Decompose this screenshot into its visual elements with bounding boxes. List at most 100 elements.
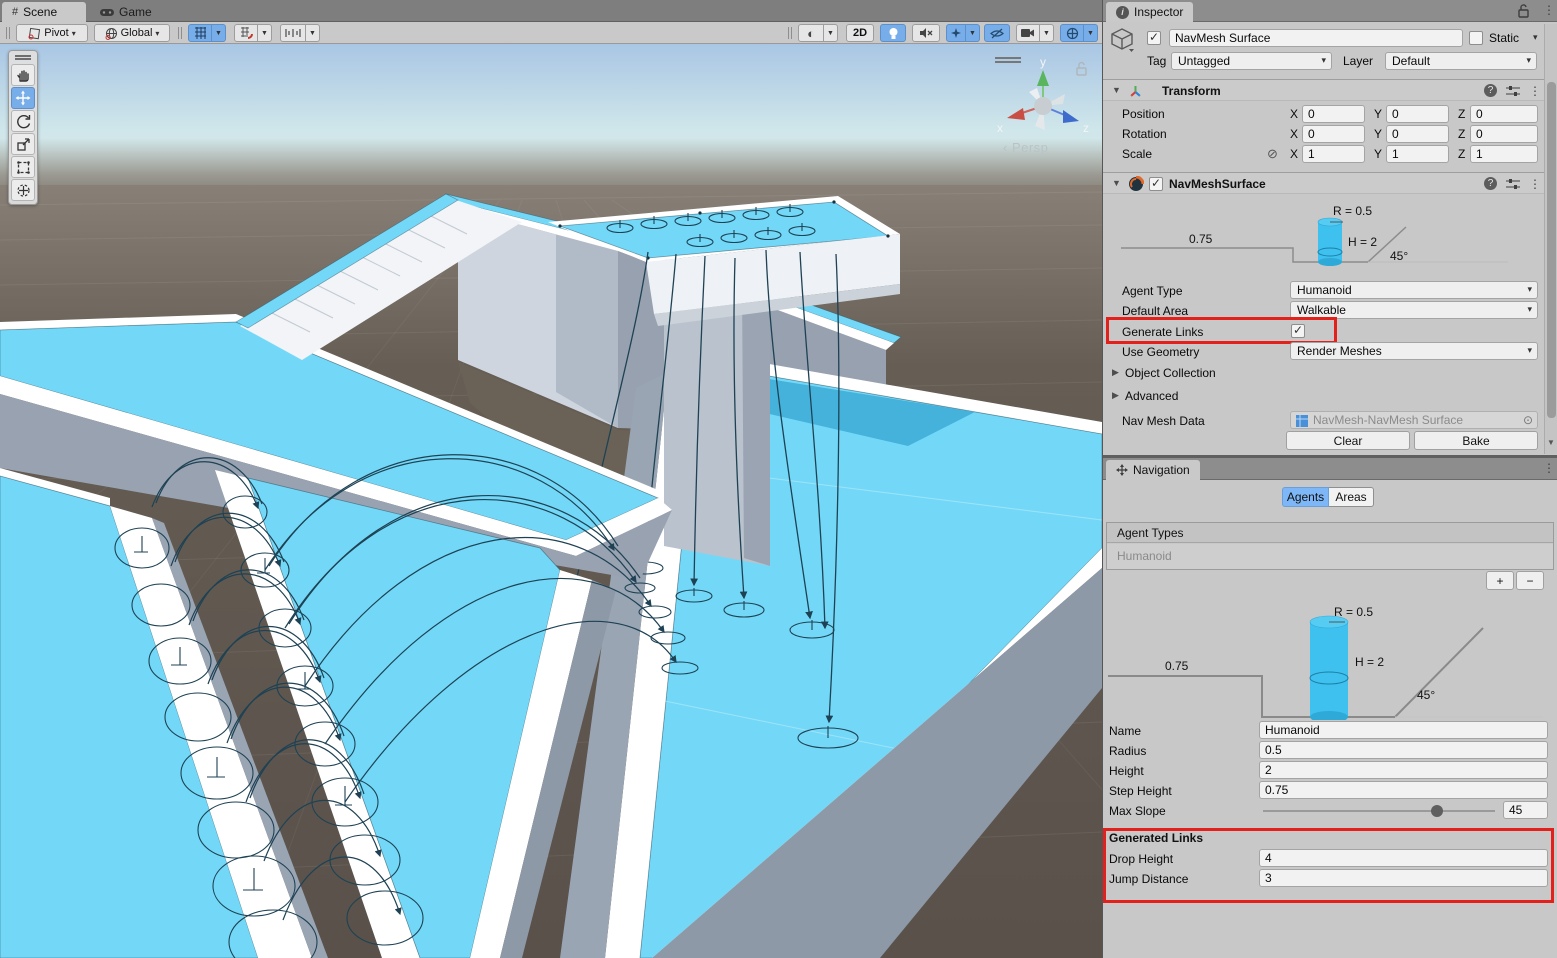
navmeshsurface-header[interactable]: ▼ NavMeshSurface ? ⋮	[1103, 172, 1557, 194]
help-icon[interactable]: ?	[1484, 84, 1497, 97]
scale-z-field[interactable]	[1470, 145, 1538, 163]
step-height-label: Step Height	[1109, 784, 1172, 798]
scale-tool-button[interactable]	[11, 133, 35, 155]
areas-tab-button[interactable]: Areas	[1329, 487, 1374, 507]
generate-links-checkbox[interactable]	[1291, 324, 1305, 338]
static-dropdown-caret[interactable]: ▾	[1533, 32, 1538, 43]
rotation-y-field[interactable]	[1386, 125, 1449, 143]
axis-gizmo[interactable]: y x z	[997, 55, 1089, 135]
bake-button[interactable]: Bake	[1414, 431, 1538, 450]
tab-scene-label: Scene	[23, 5, 57, 19]
toolbar-handle[interactable]	[788, 27, 792, 39]
tag-dropdown[interactable]: Untagged	[1171, 52, 1332, 70]
increment-snap-control[interactable]: ▼	[280, 24, 320, 42]
transform-header[interactable]: ▼ Transform ? ⋮	[1103, 79, 1557, 101]
jump-distance-field[interactable]	[1259, 869, 1548, 887]
position-z-field[interactable]	[1470, 105, 1538, 123]
position-x-field[interactable]	[1302, 105, 1365, 123]
tab-navigation[interactable]: Navigation	[1106, 460, 1200, 480]
grid-visibility-control[interactable]: ▼	[188, 24, 226, 42]
2d-toggle-button[interactable]: 2D	[846, 24, 874, 42]
help-icon[interactable]: ?	[1484, 177, 1497, 190]
object-picker-icon[interactable]: ⊙	[1523, 413, 1533, 427]
step-height-field[interactable]	[1259, 781, 1548, 799]
remove-agent-button[interactable]: −	[1516, 571, 1544, 590]
pivot-button[interactable]: Pivot▾	[16, 24, 88, 42]
diagram-radius-label: R = 0.5	[1334, 605, 1373, 619]
move-tool-icon	[15, 90, 31, 106]
constrain-proportions-icon[interactable]: ⊘	[1267, 146, 1278, 162]
presets-icon[interactable]	[1506, 179, 1520, 190]
inspector-scrollbar[interactable]: ▼	[1544, 24, 1557, 454]
perspective-label[interactable]: ‹ Persp	[1003, 140, 1048, 155]
agent-type-dropdown[interactable]: Humanoid	[1290, 281, 1538, 299]
kebab-menu-icon[interactable]: ⋮	[1529, 177, 1541, 191]
rotation-z-field[interactable]	[1470, 125, 1538, 143]
shading-mode-control[interactable]: ◐ ▼	[798, 24, 838, 42]
toolbar-handle[interactable]	[178, 27, 182, 39]
transform-tool-button[interactable]	[11, 179, 35, 201]
audio-mute-button[interactable]	[912, 24, 940, 42]
tab-game[interactable]: Game	[90, 2, 166, 22]
lock-icon[interactable]	[1517, 4, 1530, 18]
scroll-down-arrow[interactable]: ▼	[1547, 438, 1555, 447]
max-slope-slider[interactable]	[1263, 810, 1495, 812]
agent-type-list-item[interactable]: Humanoid	[1107, 544, 1553, 569]
rect-tool-button[interactable]	[11, 156, 35, 178]
position-y-field[interactable]	[1386, 105, 1449, 123]
name-field[interactable]	[1259, 721, 1548, 739]
kebab-menu-icon[interactable]: ⋮	[1529, 84, 1541, 98]
kebab-menu-icon[interactable]: ⋮	[1543, 461, 1555, 475]
scene-gizmo[interactable]: y x z ‹ Persp	[985, 48, 1097, 166]
effects-control[interactable]: ▼	[946, 24, 980, 42]
foldout-open-icon[interactable]: ▼	[1112, 178, 1121, 188]
nav-mesh-data-field[interactable]: NavMesh-NavMesh Surface ⊙	[1290, 411, 1538, 429]
foldout-open-icon[interactable]: ▼	[1112, 85, 1121, 95]
lock-icon[interactable]	[1077, 63, 1086, 76]
presets-icon[interactable]	[1506, 86, 1520, 97]
tab-inspector[interactable]: i Inspector	[1106, 2, 1193, 22]
scene-visibility-button[interactable]	[984, 24, 1010, 42]
drop-height-field[interactable]	[1259, 849, 1548, 867]
global-button[interactable]: Global▾	[94, 24, 170, 42]
toolbar-handle[interactable]	[6, 27, 10, 39]
scale-y-field[interactable]	[1386, 145, 1449, 163]
scrollbar-thumb[interactable]	[1547, 82, 1556, 418]
overlay-handle[interactable]	[15, 55, 31, 60]
default-area-dropdown[interactable]: Walkable	[1290, 301, 1538, 319]
hand-tool-button[interactable]	[11, 64, 35, 86]
height-label: Height	[1109, 764, 1144, 778]
clear-button[interactable]: Clear	[1286, 431, 1410, 450]
gameobject-active-checkbox[interactable]	[1147, 31, 1161, 45]
overlay-handle[interactable]	[995, 58, 1021, 62]
rotation-x-field[interactable]	[1302, 125, 1365, 143]
kebab-menu-icon[interactable]: ⋮	[1543, 3, 1555, 17]
static-checkbox[interactable]	[1469, 31, 1483, 45]
max-slope-slider-knob[interactable]	[1431, 805, 1443, 817]
gameobject-name-field[interactable]	[1169, 29, 1463, 47]
rotate-tool-button[interactable]	[11, 110, 35, 132]
max-slope-field[interactable]	[1503, 801, 1548, 819]
jump-distance-label: Jump Distance	[1109, 872, 1188, 886]
light-toggle-button[interactable]	[880, 24, 906, 42]
component-enabled-checkbox[interactable]	[1149, 177, 1163, 191]
tools-overlay	[8, 50, 38, 205]
tab-scene[interactable]: # Scene	[2, 2, 86, 22]
agents-tab-button[interactable]: Agents	[1282, 487, 1329, 507]
move-tool-button[interactable]	[11, 87, 35, 109]
gameobject-cube-icon[interactable]	[1109, 27, 1135, 53]
scale-x-field[interactable]	[1302, 145, 1365, 163]
diagram-height-label: H = 2	[1355, 655, 1384, 669]
radius-field[interactable]	[1259, 741, 1548, 759]
add-agent-button[interactable]: +	[1486, 571, 1514, 590]
gizmos-control[interactable]: ▼	[1060, 24, 1098, 42]
advanced-foldout[interactable]: ▶ Advanced	[1103, 386, 1557, 405]
height-field[interactable]	[1259, 761, 1548, 779]
snap-control[interactable]: ▼	[234, 24, 272, 42]
object-collection-foldout[interactable]: ▶ Object Collection	[1103, 363, 1557, 382]
diagram-slope-label: 45°	[1417, 688, 1435, 702]
use-geometry-dropdown[interactable]: Render Meshes	[1290, 342, 1538, 360]
layer-dropdown[interactable]: Default	[1385, 52, 1537, 70]
camera-control[interactable]: ▼	[1016, 24, 1054, 42]
scene-canvas[interactable]	[0, 44, 1102, 958]
